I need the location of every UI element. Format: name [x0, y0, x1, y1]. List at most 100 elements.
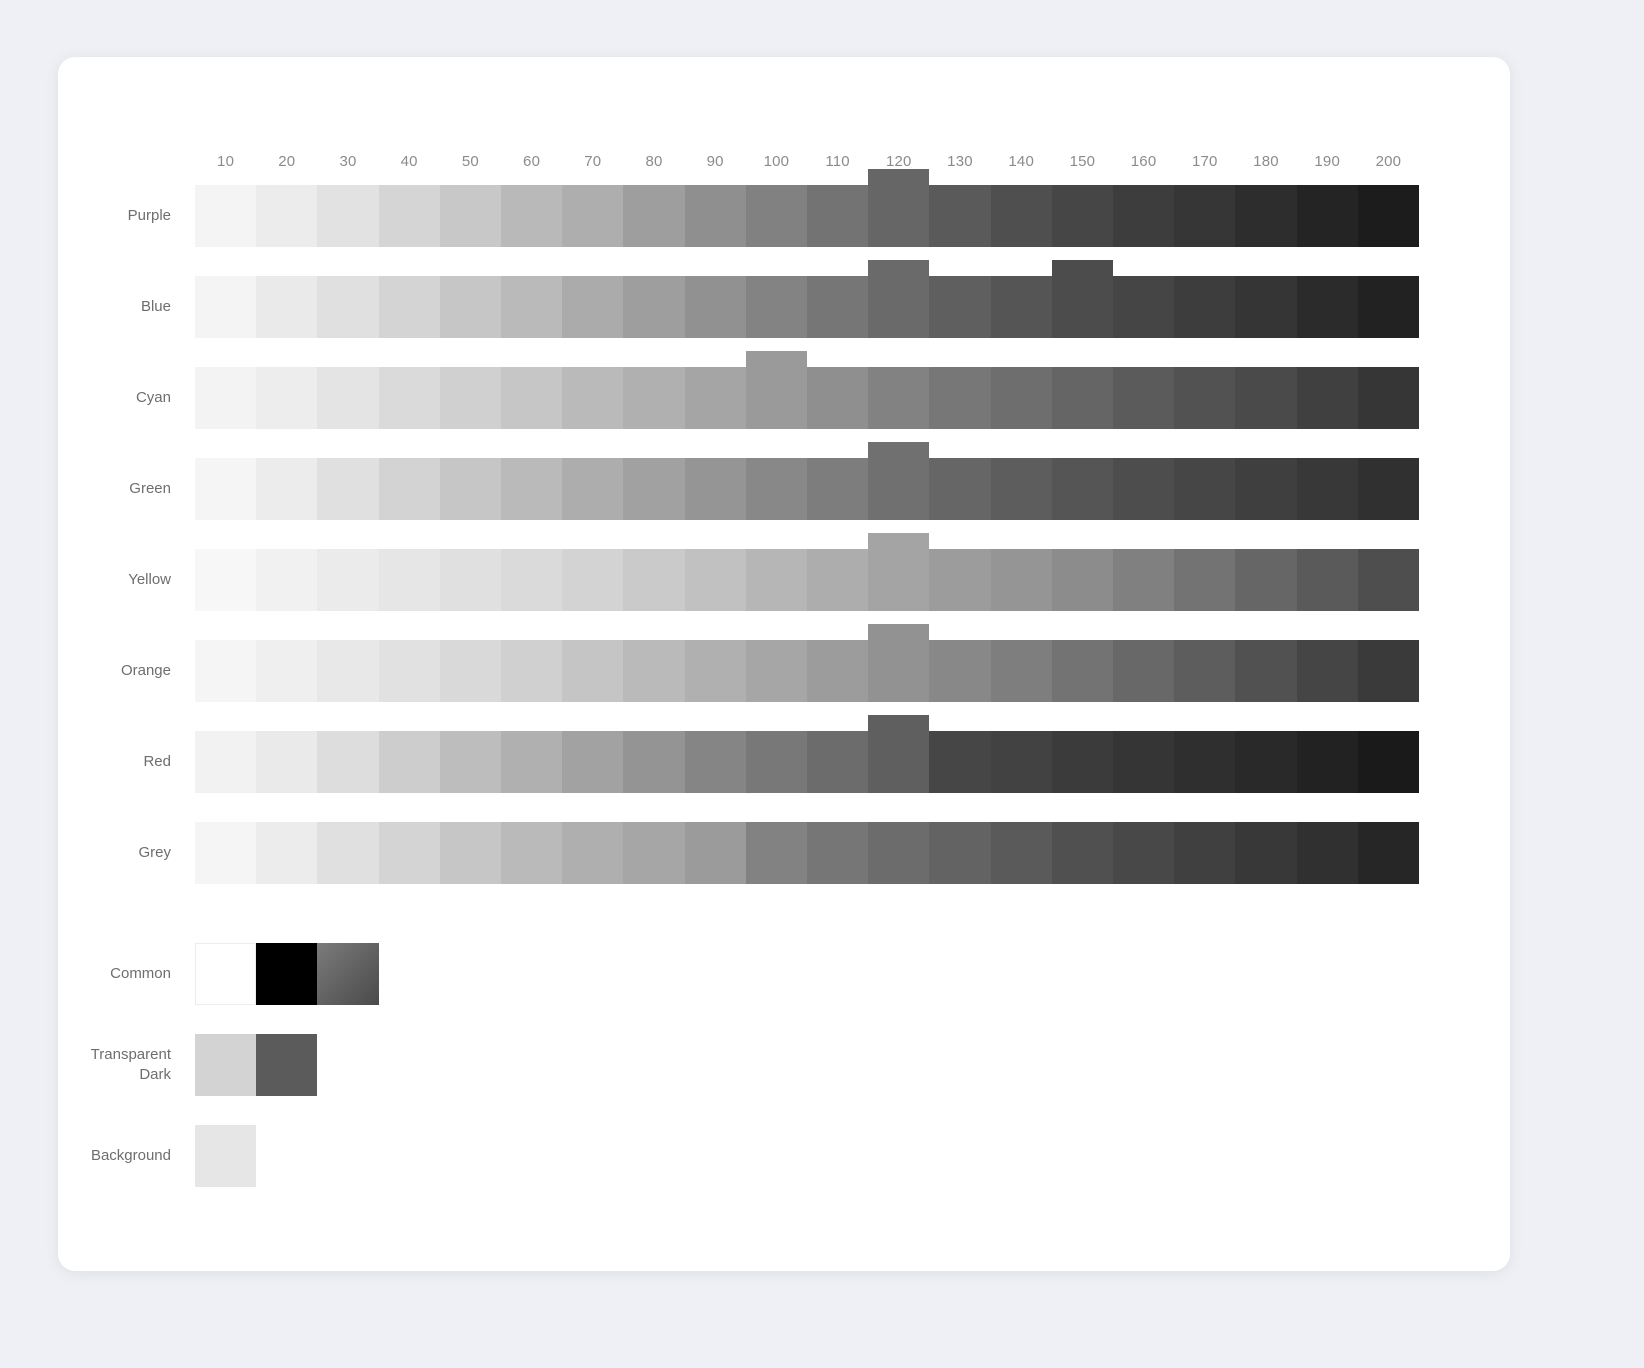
swatch-orange-150[interactable]	[1051, 640, 1113, 702]
swatch-red-200[interactable]	[1357, 731, 1419, 793]
swatch-red-120[interactable]	[868, 715, 930, 793]
swatch-green-40[interactable]	[378, 458, 440, 520]
swatch-purple-60[interactable]	[501, 185, 563, 247]
swatch-purple-90[interactable]	[684, 185, 746, 247]
swatch-blue-160[interactable]	[1113, 276, 1175, 338]
swatch-yellow-90[interactable]	[684, 549, 746, 611]
swatch-red-30[interactable]	[317, 731, 379, 793]
swatch-grey-120[interactable]	[868, 822, 930, 884]
swatch-green-80[interactable]	[623, 458, 685, 520]
swatch-grey-200[interactable]	[1357, 822, 1419, 884]
swatch-cyan-160[interactable]	[1113, 367, 1175, 429]
swatch-yellow-180[interactable]	[1235, 549, 1297, 611]
swatch-common-black[interactable]	[256, 943, 318, 1005]
swatch-red-180[interactable]	[1235, 731, 1297, 793]
swatch-green-30[interactable]	[317, 458, 379, 520]
swatch-green-200[interactable]	[1357, 458, 1419, 520]
swatch-purple-40[interactable]	[378, 185, 440, 247]
swatch-green-90[interactable]	[684, 458, 746, 520]
swatch-yellow-140[interactable]	[990, 549, 1052, 611]
swatch-cyan-100[interactable]	[745, 351, 807, 429]
swatch-orange-180[interactable]	[1235, 640, 1297, 702]
swatch-red-160[interactable]	[1113, 731, 1175, 793]
swatch-cyan-150[interactable]	[1051, 367, 1113, 429]
swatch-purple-140[interactable]	[990, 185, 1052, 247]
swatch-blue-100[interactable]	[745, 276, 807, 338]
swatch-common-gradient[interactable]	[317, 943, 379, 1005]
swatch-cyan-200[interactable]	[1357, 367, 1419, 429]
swatch-green-60[interactable]	[501, 458, 563, 520]
swatch-grey-150[interactable]	[1051, 822, 1113, 884]
swatch-yellow-160[interactable]	[1113, 549, 1175, 611]
swatch-yellow-20[interactable]	[256, 549, 318, 611]
swatch-orange-100[interactable]	[745, 640, 807, 702]
swatch-grey-140[interactable]	[990, 822, 1052, 884]
swatch-grey-20[interactable]	[256, 822, 318, 884]
swatch-red-10[interactable]	[195, 731, 257, 793]
swatch-cyan-140[interactable]	[990, 367, 1052, 429]
swatch-red-110[interactable]	[807, 731, 869, 793]
swatch-red-170[interactable]	[1174, 731, 1236, 793]
swatch-grey-190[interactable]	[1296, 822, 1358, 884]
swatch-red-40[interactable]	[378, 731, 440, 793]
swatch-green-190[interactable]	[1296, 458, 1358, 520]
swatch-purple-10[interactable]	[195, 185, 257, 247]
swatch-yellow-150[interactable]	[1051, 549, 1113, 611]
swatch-blue-190[interactable]	[1296, 276, 1358, 338]
swatch-cyan-50[interactable]	[439, 367, 501, 429]
swatch-grey-100[interactable]	[745, 822, 807, 884]
swatch-orange-90[interactable]	[684, 640, 746, 702]
swatch-blue-20[interactable]	[256, 276, 318, 338]
swatch-purple-20[interactable]	[256, 185, 318, 247]
swatch-cyan-90[interactable]	[684, 367, 746, 429]
swatch-orange-160[interactable]	[1113, 640, 1175, 702]
swatch-purple-150[interactable]	[1051, 185, 1113, 247]
swatch-blue-40[interactable]	[378, 276, 440, 338]
swatch-grey-130[interactable]	[929, 822, 991, 884]
swatch-green-130[interactable]	[929, 458, 991, 520]
swatch-grey-160[interactable]	[1113, 822, 1175, 884]
swatch-orange-20[interactable]	[256, 640, 318, 702]
swatch-green-20[interactable]	[256, 458, 318, 520]
swatch-purple-190[interactable]	[1296, 185, 1358, 247]
swatch-orange-170[interactable]	[1174, 640, 1236, 702]
swatch-common-white[interactable]	[195, 943, 257, 1005]
swatch-red-60[interactable]	[501, 731, 563, 793]
swatch-transparent-dark-transparent-light[interactable]	[195, 1034, 257, 1096]
swatch-cyan-190[interactable]	[1296, 367, 1358, 429]
swatch-grey-50[interactable]	[439, 822, 501, 884]
swatch-yellow-30[interactable]	[317, 549, 379, 611]
swatch-grey-10[interactable]	[195, 822, 257, 884]
swatch-cyan-80[interactable]	[623, 367, 685, 429]
swatch-cyan-110[interactable]	[807, 367, 869, 429]
swatch-transparent-dark-transparent-dark[interactable]	[256, 1034, 318, 1096]
swatch-orange-10[interactable]	[195, 640, 257, 702]
swatch-red-90[interactable]	[684, 731, 746, 793]
swatch-orange-130[interactable]	[929, 640, 991, 702]
swatch-blue-50[interactable]	[439, 276, 501, 338]
swatch-cyan-120[interactable]	[868, 367, 930, 429]
swatch-green-140[interactable]	[990, 458, 1052, 520]
swatch-orange-140[interactable]	[990, 640, 1052, 702]
swatch-blue-30[interactable]	[317, 276, 379, 338]
swatch-orange-110[interactable]	[807, 640, 869, 702]
swatch-grey-30[interactable]	[317, 822, 379, 884]
swatch-grey-70[interactable]	[562, 822, 624, 884]
swatch-red-130[interactable]	[929, 731, 991, 793]
swatch-grey-80[interactable]	[623, 822, 685, 884]
swatch-purple-50[interactable]	[439, 185, 501, 247]
swatch-purple-160[interactable]	[1113, 185, 1175, 247]
swatch-orange-190[interactable]	[1296, 640, 1358, 702]
swatch-green-50[interactable]	[439, 458, 501, 520]
swatch-purple-170[interactable]	[1174, 185, 1236, 247]
swatch-blue-120[interactable]	[868, 260, 930, 338]
swatch-grey-40[interactable]	[378, 822, 440, 884]
swatch-yellow-190[interactable]	[1296, 549, 1358, 611]
swatch-orange-70[interactable]	[562, 640, 624, 702]
swatch-red-80[interactable]	[623, 731, 685, 793]
swatch-background-background[interactable]	[195, 1125, 257, 1187]
swatch-orange-40[interactable]	[378, 640, 440, 702]
swatch-yellow-50[interactable]	[439, 549, 501, 611]
swatch-yellow-110[interactable]	[807, 549, 869, 611]
swatch-yellow-70[interactable]	[562, 549, 624, 611]
